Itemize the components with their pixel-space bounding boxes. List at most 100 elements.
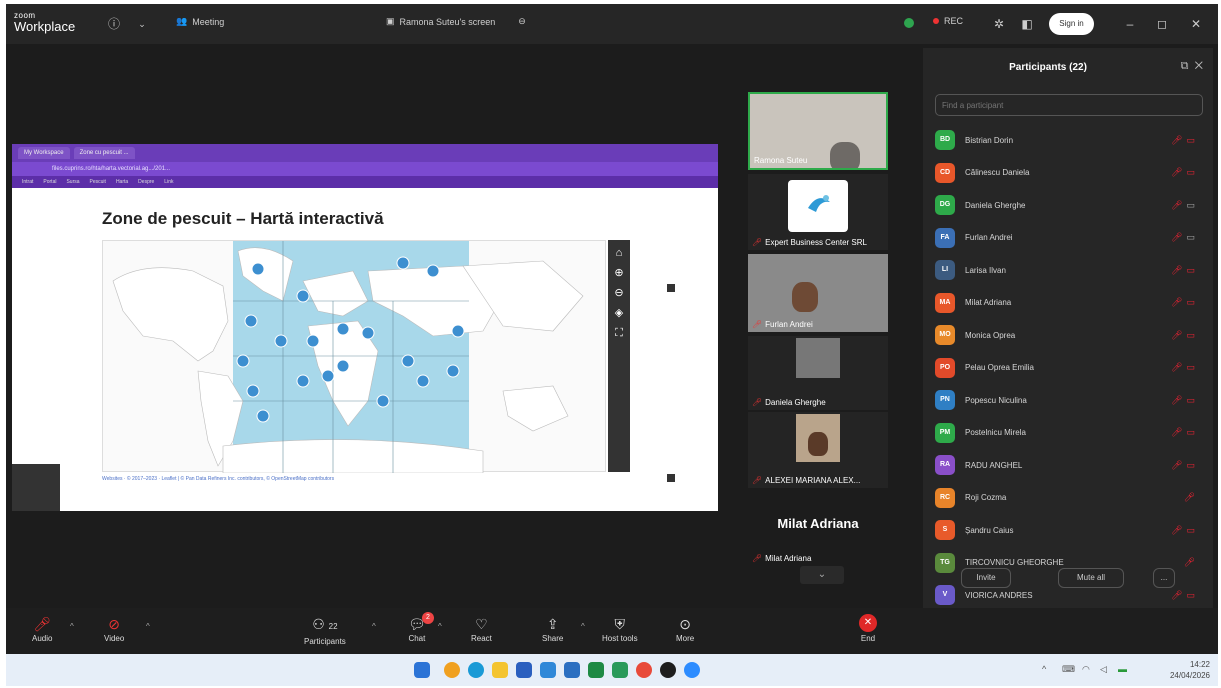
shared-screen[interactable]: My Workspace Zone cu pescuit ... files.c… xyxy=(12,144,718,511)
share-button[interactable]: ⇪ Share xyxy=(542,614,563,643)
camera-icon[interactable]: ▭ xyxy=(1186,330,1195,341)
host-tools-button[interactable]: ⛨ Host tools xyxy=(602,614,638,643)
word-icon[interactable] xyxy=(564,662,580,678)
camera-icon[interactable]: ▭ xyxy=(1186,460,1195,471)
muted-mic-icon[interactable]: 🎤︎ xyxy=(1171,232,1182,243)
video-tile[interactable]: 🎤︎ ALEXEI MARIANA ALEX... xyxy=(748,412,888,488)
participant-search-input[interactable] xyxy=(935,94,1203,116)
muted-mic-icon[interactable]: 🎤︎ xyxy=(1171,135,1182,146)
muted-mic-icon[interactable]: 🎤︎ xyxy=(1171,297,1182,308)
video-tile[interactable]: Milat Adriana 🎤︎ Milat Adriana xyxy=(748,494,888,566)
react-button[interactable]: ♡ React xyxy=(471,614,492,643)
participant-row[interactable]: RA RADU ANGHEL 🎤︎ ▭ xyxy=(935,453,1195,477)
camera-icon[interactable]: ▭ xyxy=(1186,200,1195,211)
browser-tab[interactable]: My Workspace xyxy=(18,147,70,159)
video-tile[interactable]: 🎤︎ Expert Business Center SRL xyxy=(748,174,888,250)
participant-row[interactable]: LI Larisa Ilvan 🎤︎ ▭ xyxy=(935,258,1195,282)
share-caret-icon[interactable]: ^ xyxy=(581,622,585,631)
muted-mic-icon[interactable]: 🎤︎ xyxy=(1171,200,1182,211)
chat-button[interactable]: 💬︎ 2 Chat xyxy=(408,612,434,643)
zoom-app-icon[interactable] xyxy=(684,662,700,678)
participant-row[interactable]: MO Monica Oprea 🎤︎ ▭ xyxy=(935,323,1195,347)
bookmark[interactable]: Despre xyxy=(138,179,154,185)
home-icon[interactable]: ⌂ xyxy=(616,246,623,260)
muted-mic-icon[interactable]: 🎤︎ xyxy=(1184,492,1195,503)
mute-all-button[interactable]: Mute all xyxy=(1058,568,1124,588)
maximize-icon[interactable]: ◻ xyxy=(1154,16,1170,32)
meeting-menu[interactable]: 👥 Meeting xyxy=(176,16,224,27)
bookmark[interactable]: Portal xyxy=(43,179,56,185)
participant-row[interactable]: CD Călinescu Daniela 🎤︎ ▭ xyxy=(935,161,1195,185)
bookmark[interactable]: Pescuit xyxy=(90,179,106,185)
info-icon[interactable]: ⓘ xyxy=(106,16,122,32)
view-layout-icon[interactable]: ◧ xyxy=(1019,16,1035,32)
camera-icon[interactable]: ▭ xyxy=(1186,232,1195,243)
close-icon[interactable]: ✕ xyxy=(1188,16,1204,32)
outlook-icon[interactable] xyxy=(540,662,556,678)
muted-mic-icon[interactable]: 🎤︎ xyxy=(1171,265,1182,276)
windows-start-icon[interactable] xyxy=(414,662,430,678)
camera-icon[interactable]: ▭ xyxy=(1186,135,1195,146)
video-tile[interactable]: Ramona Suteu xyxy=(748,92,888,170)
battery-icon[interactable]: ▬ xyxy=(1118,664,1127,674)
app-icon[interactable] xyxy=(660,662,676,678)
camera-icon[interactable]: ▭ xyxy=(1186,297,1195,308)
bookmark[interactable]: Sursa xyxy=(66,179,79,185)
sign-in-button[interactable]: Sign in xyxy=(1049,13,1094,35)
chat-caret-icon[interactable]: ^ xyxy=(438,622,442,631)
close-panel-icon[interactable]: ✕ xyxy=(1195,60,1203,72)
muted-mic-icon[interactable]: 🎤︎ xyxy=(1171,395,1182,406)
file-explorer-icon[interactable] xyxy=(492,662,508,678)
video-button[interactable]: ⊘ Video xyxy=(104,614,124,643)
participant-row[interactable]: PN Popescu Niculina 🎤︎ ▭ xyxy=(935,388,1195,412)
participant-row[interactable]: BD Bistrian Dorin 🎤︎ ▭ xyxy=(935,128,1195,152)
edge-icon[interactable] xyxy=(468,662,484,678)
camera-icon[interactable]: ▭ xyxy=(1186,590,1195,601)
layers-icon[interactable]: ◈ xyxy=(615,306,623,320)
widgets-icon[interactable] xyxy=(444,662,460,678)
muted-mic-icon[interactable]: 🎤︎ xyxy=(1171,330,1182,341)
bookmark[interactable]: Intrat xyxy=(22,179,33,185)
camera-icon[interactable]: ▭ xyxy=(1186,427,1195,438)
participant-row[interactable]: DG Daniela Gherghe 🎤︎ ▭ xyxy=(935,193,1195,217)
muted-mic-icon[interactable]: 🎤︎ xyxy=(1171,525,1182,536)
camera-icon[interactable]: ▭ xyxy=(1186,362,1195,373)
minimize-icon[interactable]: – xyxy=(1122,16,1138,32)
fullscreen-icon[interactable]: ⛶ xyxy=(615,326,623,340)
zoom-out-icon[interactable]: ⊖ xyxy=(614,286,623,300)
end-button[interactable]: ✕ End xyxy=(859,614,877,643)
participant-row[interactable]: PO Pelau Oprea Emilia 🎤︎ ▭ xyxy=(935,356,1195,380)
bookmark[interactable]: Harta xyxy=(116,179,128,185)
participant-row[interactable]: MA Milat Adriana 🎤︎ ▭ xyxy=(935,291,1195,315)
tiles-scroll-down-icon[interactable]: ⌄ xyxy=(800,566,844,584)
security-icon[interactable] xyxy=(901,16,917,32)
browser-tab[interactable]: Zone cu pescuit ... xyxy=(73,147,135,159)
audio-button[interactable]: 🎤︎ Audio xyxy=(32,614,52,643)
muted-mic-icon[interactable]: 🎤︎ xyxy=(1171,460,1182,471)
more-button[interactable]: ⊙ More xyxy=(676,614,694,643)
tray-chevron-icon[interactable]: ^ xyxy=(1042,664,1046,674)
participants-caret-icon[interactable]: ^ xyxy=(372,622,376,631)
bookmark[interactable]: Link xyxy=(164,179,173,185)
muted-mic-icon[interactable]: 🎤︎ xyxy=(1171,362,1182,373)
zoom-in-icon[interactable]: ⊕ xyxy=(614,266,623,280)
recording-indicator[interactable]: REC xyxy=(933,16,963,26)
app-icon[interactable] xyxy=(612,662,628,678)
chevron-down-icon[interactable]: ⌄ xyxy=(134,16,150,32)
panel-more-button[interactable]: ... xyxy=(1153,568,1175,588)
audio-options-caret-icon[interactable]: ^ xyxy=(70,622,74,631)
participant-row[interactable]: PM Postelnicu Mirela 🎤︎ ▭ xyxy=(935,421,1195,445)
camera-icon[interactable]: ▭ xyxy=(1186,525,1195,536)
muted-mic-icon[interactable]: 🎤︎ xyxy=(1184,557,1195,568)
apps-icon[interactable]: ✲ xyxy=(991,16,1007,32)
participant-row[interactable]: FA Furlan Andrei 🎤︎ ▭ xyxy=(935,226,1195,250)
video-tile[interactable]: 🎤︎ Daniela Gherghe xyxy=(748,336,888,410)
excel-icon[interactable] xyxy=(588,662,604,678)
browser-url-bar[interactable]: files.cuprins.ro/hta/harta.vectorial.ag.… xyxy=(12,162,718,176)
participants-button[interactable]: ⚇ 22 Participants xyxy=(304,614,346,646)
video-options-caret-icon[interactable]: ^ xyxy=(146,622,150,631)
participant-row[interactable]: RC Roji Cozma 🎤︎ xyxy=(935,486,1195,510)
store-icon[interactable] xyxy=(516,662,532,678)
volume-icon[interactable]: ◁ xyxy=(1100,664,1107,675)
popout-icon[interactable]: ⧉ xyxy=(1181,60,1189,72)
